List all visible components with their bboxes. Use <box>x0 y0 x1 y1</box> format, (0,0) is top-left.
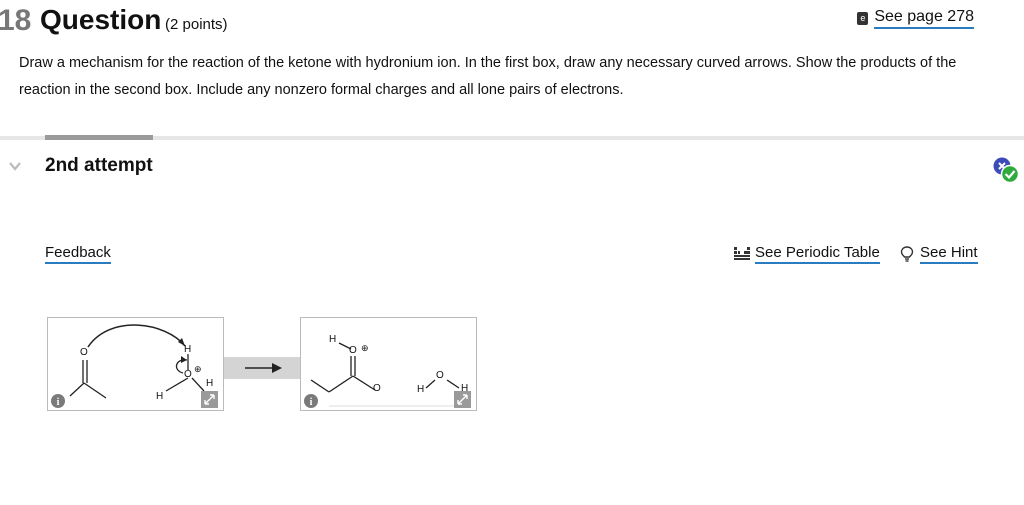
product-structure: i <box>304 342 471 408</box>
atom-h-left: H <box>156 391 164 402</box>
atom-o-ketone: O <box>80 347 88 358</box>
attempt-label: 2nd attempt <box>45 155 153 176</box>
question-number: 18 <box>0 4 32 37</box>
question-points: (2 points) <box>165 16 228 33</box>
atom-o-hydronium: O <box>184 369 192 380</box>
periodic-table-link[interactable]: See Periodic Table <box>734 244 880 264</box>
svg-text:i: i <box>310 397 313 408</box>
atom-h-water-left: H <box>417 384 425 395</box>
periodic-table-label: See Periodic Table <box>755 244 880 264</box>
attempt-status-icon <box>993 157 1020 184</box>
formal-charge: ⊕ <box>361 343 369 353</box>
hint-link[interactable]: See Hint <box>900 244 978 264</box>
section-divider <box>0 136 1024 140</box>
curved-arrow-1 <box>87 324 186 348</box>
atom-o-protonated: O <box>349 345 357 356</box>
mechanism-drawing-box[interactable]: i O H O ⊕ H H <box>47 317 224 411</box>
atom-o-water: O <box>436 370 444 381</box>
hint-label: See Hint <box>920 244 978 264</box>
atom-h-water-right: H <box>461 383 469 394</box>
formal-charge: ⊕ <box>194 364 202 374</box>
svg-text:i: i <box>57 397 60 408</box>
correct-check-icon <box>1000 164 1020 184</box>
reaction-arrow-band <box>224 357 300 379</box>
atom-h-top: H <box>184 344 192 355</box>
attempt-tab-indicator <box>45 135 153 140</box>
question-prompt: Draw a mechanism for the reaction of the… <box>19 55 957 98</box>
atom-h-right: H <box>206 378 214 389</box>
question-title: Question <box>40 4 162 35</box>
lightbulb-icon <box>900 246 914 262</box>
see-page-link[interactable]: e See page 278 <box>857 8 974 29</box>
atom-h-protonated: H <box>329 334 337 345</box>
reaction-arrow-icon <box>245 363 282 373</box>
product-drawing-box[interactable]: i H O ⊕ O O H H <box>300 317 477 411</box>
feedback-link[interactable]: Feedback <box>45 244 111 264</box>
periodic-table-icon <box>734 247 750 260</box>
atom-o-lower: O <box>373 383 381 394</box>
chevron-down-icon[interactable] <box>8 159 22 173</box>
ebook-icon: e <box>857 12 869 25</box>
see-page-label: See page 278 <box>874 8 974 29</box>
